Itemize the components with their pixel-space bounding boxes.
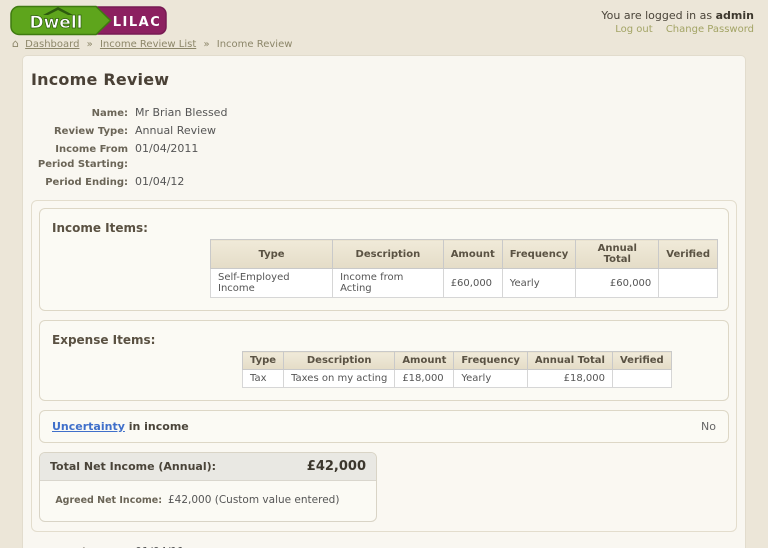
expense-items-heading: Expense Items: (52, 333, 156, 347)
app-logo[interactable]: Dwell LILAC (10, 5, 168, 39)
table-row: Tax Taxes on my acting £18,000 Yearly £1… (241, 369, 672, 388)
column-header-annual-total: Annual Total (526, 351, 613, 370)
expense-items-table: Type Description Amount Frequency Annual… (241, 351, 672, 388)
cell-type: Self-Employed Income (209, 268, 334, 298)
main-content-panel: Income Review Name: Mr Brian Blessed Rev… (22, 55, 746, 548)
review-details: Name: Mr Brian Blessed Review Type: Annu… (31, 105, 737, 190)
field-label: Review Type: (53, 126, 128, 137)
field-label: Income From Period Starting: (37, 144, 128, 170)
field-period-ending: Period Ending: 01/04/12 (31, 174, 737, 190)
column-header-type: Type (241, 351, 285, 370)
field-name: Name: Mr Brian Blessed (31, 105, 737, 121)
income-items-table: Type Description Amount Frequency Annual… (209, 239, 718, 298)
field-label: Apply From: (31, 544, 135, 548)
svg-text:Dwell: Dwell (29, 13, 82, 33)
field-value: 01/04/11 (135, 544, 184, 548)
cell-annual-total: £60,000 (575, 268, 660, 298)
field-value: Annual Review (135, 124, 216, 137)
cell-type: Tax (241, 369, 285, 388)
cell-annual-total: £18,000 (526, 369, 613, 388)
field-apply-from: Apply From: 01/04/11 (31, 544, 737, 548)
column-header-description: Description (283, 351, 396, 370)
field-value: 01/04/12 (135, 175, 185, 188)
agreed-net-income-value: £42,000 (Custom value entered) (168, 494, 340, 506)
change-password-link[interactable]: Change Password (666, 24, 754, 35)
page-title: Income Review (31, 70, 170, 89)
home-icon[interactable]: ⌂ (12, 37, 19, 50)
top-header: Dwell LILAC You are logged in as admin L… (0, 0, 768, 36)
income-items-section: Income Items: Type Description Amount Fr… (39, 208, 729, 311)
breadcrumb-current: Income Review (216, 39, 293, 50)
column-header-verified: Verified (658, 239, 718, 269)
column-header-description: Description (332, 239, 444, 269)
column-header-frequency: Frequency (453, 351, 528, 370)
svg-text:LILAC: LILAC (113, 15, 162, 30)
decision-section: Apply From: 01/04/11 Notes on decision: … (31, 544, 737, 548)
breadcrumb: ⌂ Dashboard » Income Review List » Incom… (0, 36, 768, 55)
total-net-income-label: Total Net Income (Annual): (50, 460, 217, 473)
breadcrumb-separator: » (86, 39, 93, 50)
cell-amount: £18,000 (394, 369, 455, 388)
cell-description: Taxes on my acting (283, 369, 396, 388)
column-header-amount: Amount (394, 351, 455, 370)
cell-verified (658, 268, 718, 298)
total-net-income-section: Total Net Income (Annual): £42,000 Agree… (39, 452, 377, 522)
column-header-frequency: Frequency (501, 239, 577, 269)
expense-items-section: Expense Items: Type Description Amount F… (39, 320, 729, 401)
uncertainty-suffix: in income (124, 420, 189, 433)
table-header-row: Type Description Amount Frequency Annual… (241, 351, 672, 370)
column-header-verified: Verified (611, 351, 672, 370)
table-row: Self-Employed Income Income from Acting … (209, 268, 718, 298)
field-label: Name: (91, 108, 128, 119)
uncertainty-section: Uncertainty in income No (39, 410, 729, 443)
login-prefix-text: You are logged in as (601, 9, 713, 22)
column-header-amount: Amount (442, 239, 503, 269)
logout-link[interactable]: Log out (615, 24, 652, 35)
breadcrumb-dashboard-link[interactable]: Dashboard (25, 39, 79, 50)
income-items-heading: Income Items: (52, 221, 148, 235)
field-review-type: Review Type: Annual Review (31, 123, 737, 139)
field-period-starting: Income From Period Starting: 01/04/2011 (31, 141, 737, 172)
username-text: admin (715, 9, 754, 22)
cell-verified (611, 369, 672, 388)
dwell-lilac-logo-icon: Dwell LILAC (10, 5, 167, 36)
field-value: Mr Brian Blessed (135, 106, 228, 119)
table-header-row: Type Description Amount Frequency Annual… (209, 239, 718, 269)
column-header-annual-total: Annual Total (575, 239, 660, 269)
field-label: Period Ending: (45, 177, 128, 188)
agreed-net-income-label: Agreed Net Income: (55, 495, 162, 506)
total-net-income-value: £42,000 (306, 459, 366, 474)
login-info: You are logged in as admin Log out Chang… (601, 5, 754, 35)
cell-frequency: Yearly (453, 369, 528, 388)
cell-frequency: Yearly (501, 268, 577, 298)
cell-amount: £60,000 (442, 268, 503, 298)
cell-description: Income from Acting (332, 268, 444, 298)
uncertainty-link[interactable]: Uncertainty (52, 420, 125, 433)
review-sections-panel: Income Items: Type Description Amount Fr… (31, 200, 737, 532)
breadcrumb-separator: » (203, 39, 210, 50)
uncertainty-value: No (701, 420, 716, 433)
field-value: 01/04/2011 (135, 142, 199, 155)
breadcrumb-income-review-list-link[interactable]: Income Review List (100, 39, 196, 50)
column-header-type: Type (209, 239, 334, 269)
